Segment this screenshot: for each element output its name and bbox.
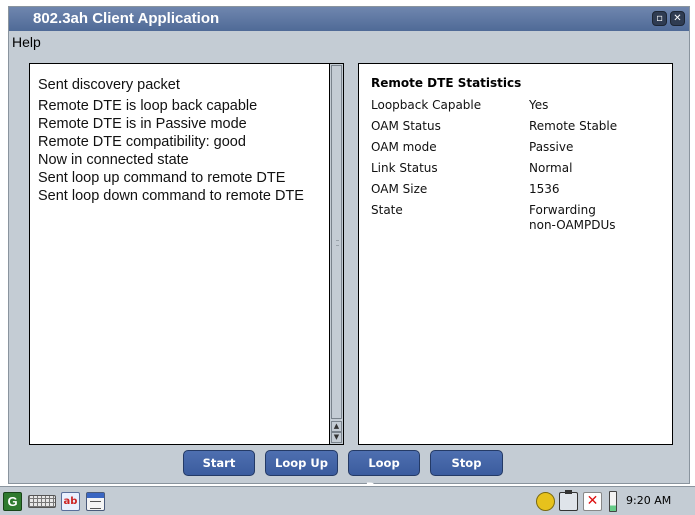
log-line: Sent loop down command to remote DTE <box>38 188 304 204</box>
handwriting-icon[interactable]: ab <box>61 492 80 511</box>
stop-button[interactable]: Stop <box>430 450 503 476</box>
start-icon[interactable]: G <box>3 492 22 511</box>
loop-up-button[interactable]: Loop Up <box>265 450 338 476</box>
stats-table: Loopback Capable Yes OAM Status Remote S… <box>371 98 661 239</box>
log-panel: Sent discovery packet Remote DTE is loop… <box>29 63 344 445</box>
clock[interactable]: 9:20 AM <box>626 494 671 507</box>
stat-row: Link Status Normal <box>371 161 661 176</box>
stats-panel: Remote DTE Statistics Loopback Capable Y… <box>358 63 673 445</box>
log-line: Sent loop up command to remote DTE <box>38 170 286 186</box>
log-line: Remote DTE is loop back capable <box>38 98 258 114</box>
stat-label: OAM mode <box>371 140 437 154</box>
stat-value: Forwarding non-OAMPDUs <box>529 203 616 232</box>
start-button[interactable]: Start <box>183 450 255 476</box>
stat-value: Yes <box>529 98 549 112</box>
stats-title: Remote DTE Statistics <box>371 76 522 90</box>
log-scrollbar[interactable]: ▲ ▼ <box>329 64 343 444</box>
app-window: 802.3ah Client Application ▫ ✕ Help Sent… <box>8 6 690 484</box>
log-list: Sent discovery packet Remote DTE is loop… <box>38 76 304 205</box>
stat-row: OAM Size 1536 <box>371 182 661 197</box>
close-icon[interactable]: ✕ <box>670 11 685 26</box>
scroll-down-arrow-icon[interactable]: ▼ <box>331 432 342 443</box>
window-controls: ▫ ✕ <box>652 11 685 26</box>
stat-value: Normal <box>529 161 573 175</box>
scroll-grip-icon <box>336 240 339 246</box>
title-bar[interactable]: 802.3ah Client Application ▫ ✕ <box>9 7 689 31</box>
calendar-icon[interactable] <box>86 492 105 511</box>
menu-help[interactable]: Help <box>12 34 41 50</box>
loop-down-button[interactable]: Loop Down <box>348 450 420 494</box>
stat-row: OAM Status Remote Stable <box>371 119 661 134</box>
log-line: Remote DTE is in Passive mode <box>38 116 247 132</box>
clipboard-icon[interactable] <box>559 490 578 511</box>
stat-label: Loopback Capable <box>371 98 482 112</box>
log-line: Now in connected state <box>38 152 189 168</box>
stat-row: State Forwarding non-OAMPDUs <box>371 203 661 233</box>
scroll-up-arrow-icon[interactable]: ▲ <box>331 421 342 432</box>
battery-icon[interactable] <box>609 491 617 512</box>
menu-bar: Help <box>9 31 689 55</box>
log-line: Sent discovery packet <box>38 77 180 93</box>
window-title: 802.3ah Client Application <box>33 10 220 27</box>
stat-label: State <box>371 203 403 217</box>
restore-icon[interactable]: ▫ <box>652 11 667 26</box>
taskbar: G ab ✕ 9:20 AM <box>0 486 695 515</box>
network-disconnected-icon[interactable]: ✕ <box>583 492 602 511</box>
stat-value: Remote Stable <box>529 119 618 133</box>
stat-label: Link Status <box>371 161 438 175</box>
scroll-thumb[interactable] <box>331 65 342 419</box>
log-line: Remote DTE compatibility: good <box>38 134 246 150</box>
stat-value: Passive <box>529 140 574 154</box>
stat-label: OAM Status <box>371 119 441 133</box>
stat-label: OAM Size <box>371 182 428 196</box>
keyboard-icon[interactable] <box>28 495 56 508</box>
stat-row: Loopback Capable Yes <box>371 98 661 113</box>
search-icon[interactable] <box>536 492 555 511</box>
stat-row: OAM mode Passive <box>371 140 661 155</box>
stat-value: 1536 <box>529 182 560 196</box>
